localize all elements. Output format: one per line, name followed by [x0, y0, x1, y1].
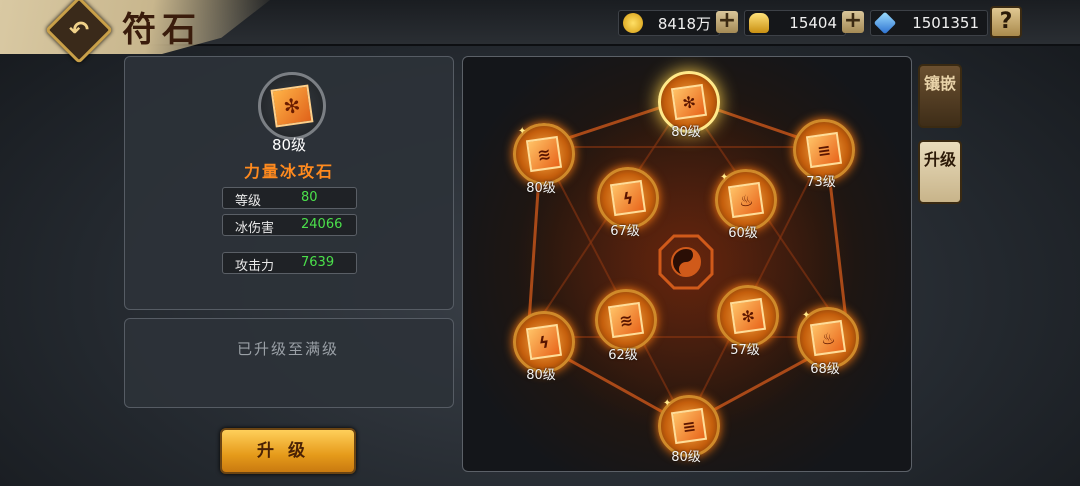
fire-icon: ♨: [727, 181, 765, 219]
stone-level: 73级: [806, 175, 836, 190]
help-button[interactable]: ?: [990, 6, 1022, 38]
stat-row-level: 等级 80: [222, 187, 357, 209]
stone-level: 80级: [671, 125, 701, 140]
stone-slot-upper-left[interactable]: ✦ ≋: [513, 123, 575, 185]
stone-level: 68级: [810, 362, 840, 377]
claw-icon: ≋: [607, 301, 645, 339]
sparkle-icon: ✦: [663, 398, 672, 409]
gold-ingot-value: 15404: [789, 14, 837, 32]
stone-level: 62级: [608, 348, 638, 363]
gold-coin-value: 8418万: [657, 14, 711, 33]
gold-ingot-icon: [749, 13, 769, 33]
stat-key: 等级: [235, 194, 262, 209]
stone-level: 80级: [526, 368, 556, 383]
stone-level: 60级: [728, 226, 758, 241]
add-ingot-button[interactable]: +: [842, 10, 864, 33]
stat-key: 攻击力: [235, 259, 275, 274]
tab-inlay[interactable]: 镶嵌: [918, 64, 962, 128]
back-arrow-icon: ↶: [68, 15, 90, 44]
sparkle-icon: ✦: [802, 310, 811, 321]
stone-slot-inner-lower-left[interactable]: ≋: [595, 289, 657, 351]
stat-row-ice-damage: 冰伤害 24066: [222, 214, 357, 236]
tornado-icon: ≡: [805, 131, 843, 169]
stone-level: 80级: [526, 181, 556, 196]
tab-upgrade[interactable]: 升级: [918, 140, 962, 204]
tornado-icon: ≡: [670, 407, 708, 445]
add-gold-button[interactable]: +: [716, 10, 738, 33]
upgrade-button[interactable]: 升级: [220, 428, 356, 474]
snowflake-icon: ✻: [729, 297, 767, 335]
stone-level: 67级: [610, 224, 640, 239]
gold-coin-counter: 8418万: [618, 10, 720, 36]
stat-value: 7639: [301, 255, 335, 270]
upgrade-status-panel: [124, 318, 454, 408]
selected-stone: ✻: [258, 72, 326, 140]
lightning-icon: ϟ: [525, 323, 563, 361]
page-title: 符石: [122, 10, 202, 50]
stat-row-attack: 攻击力 7639: [222, 252, 357, 274]
claw-icon: ≋: [525, 135, 563, 173]
rune-board: ✻ 80级 ✦ ≋ 80级 ≡ 73级 ϟ 67级 ✦ ♨ 60级 ≋ 62级 …: [462, 56, 912, 472]
stat-value: 24066: [301, 217, 343, 232]
snowflake-icon: ✻: [270, 84, 314, 128]
stone-level: 57级: [730, 343, 760, 358]
gold-coin-icon: [623, 13, 643, 33]
diamond-counter: 1501351: [870, 10, 988, 36]
stone-level-label: 80级: [271, 136, 307, 154]
stone-level: 80级: [671, 450, 701, 465]
stat-key: 冰伤害: [235, 221, 275, 236]
stone-name: 力量冰攻石: [243, 162, 334, 181]
snowflake-icon: ✻: [670, 83, 708, 121]
stone-slot-inner-lower-right[interactable]: ✻: [717, 285, 779, 347]
max-level-text: 已升级至满级: [236, 340, 339, 358]
lightning-icon: ϟ: [609, 179, 647, 217]
gold-ingot-counter: 15404: [744, 10, 846, 36]
stat-value: 80: [301, 190, 318, 205]
sparkle-icon: ✦: [518, 126, 527, 137]
diamond-icon: [873, 11, 897, 35]
diamond-value: 1501351: [912, 14, 979, 32]
yin-yang-emblem: [658, 234, 714, 290]
fire-icon: ♨: [809, 319, 847, 357]
sparkle-icon: ✦: [720, 172, 729, 183]
